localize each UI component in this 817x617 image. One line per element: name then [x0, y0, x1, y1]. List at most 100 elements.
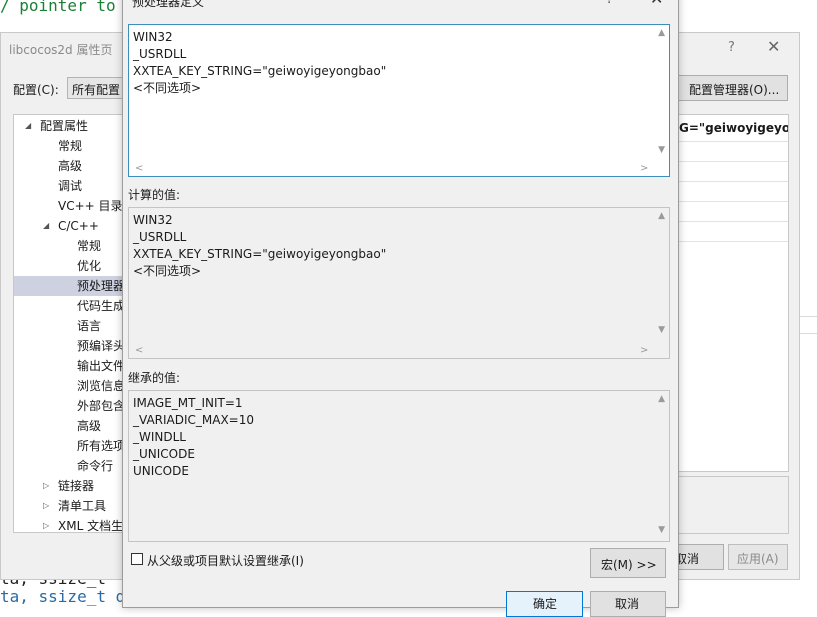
definitions-textarea[interactable]: WIN32 _USRDLL XXTEA_KEY_STRING="geiwoyigey… — [128, 24, 670, 177]
definitions-text: WIN32 _USRDLL XXTEA_KEY_STRING="geiwoyigey… — [133, 29, 386, 97]
tree-item[interactable]: 输出文件 — [14, 356, 127, 376]
tree-item-label: 高级 — [58, 159, 83, 173]
tree-item[interactable]: VC++ 目录 — [14, 196, 127, 216]
text-line: _USRDLL — [133, 47, 187, 61]
text-line: IMAGE_MT_INIT=1 — [133, 396, 243, 410]
scroll-down-icon[interactable]: ▼ — [658, 145, 665, 155]
scroll-down-icon[interactable]: ▼ — [658, 525, 665, 535]
property-tree[interactable]: ◢ 配置属性 常规 高级 调试 VC++ 目录 ◢ C/C++ 常规 优化 预处理器 代码生成 语言 预编… — [13, 114, 128, 533]
tree-item-label: 配置属性 — [40, 119, 89, 133]
scroll-down-icon[interactable]: ▼ — [658, 325, 665, 335]
tree-item-label: 优化 — [77, 259, 102, 273]
tree-item[interactable]: 预处理器 — [14, 276, 127, 296]
text-line: _VARIADIC_MAX=10 — [133, 413, 255, 427]
tree-item-label: 语言 — [77, 319, 102, 333]
close-icon[interactable]: ✕ — [650, 0, 663, 8]
tree-item[interactable]: ◢ 配置属性 — [14, 116, 127, 136]
text-line: UNICODE — [133, 464, 189, 478]
computed-values-box: WIN32 _USRDLL XXTEA_KEY_STRING="geiwoyigey… — [128, 207, 670, 359]
text-line: _WINDLL — [133, 430, 186, 444]
inherited-values-label: 继承的值: — [128, 371, 181, 385]
computed-values-text: WIN32 _USRDLL XXTEA_KEY_STRING="geiwoyigey… — [133, 212, 386, 280]
text-line: _UNICODE — [133, 447, 195, 461]
tree-item-label: VC++ 目录 — [58, 199, 123, 213]
expanded-arrow-icon[interactable]: ◢ — [43, 216, 49, 236]
ok-button[interactable]: 确定 — [506, 591, 583, 617]
configuration-manager-button[interactable]: 配置管理器(O)... — [678, 75, 788, 101]
grid-row-line — [679, 241, 788, 242]
grid-row-line — [679, 161, 788, 162]
tree-item-label: 预编译头 — [77, 339, 126, 353]
grid-row-line — [679, 181, 788, 182]
tree-item[interactable]: 高级 — [14, 416, 127, 436]
tree-item-label: 输出文件 — [77, 359, 126, 373]
code-line: ta, ssize_t d — [0, 587, 126, 606]
inherit-checkbox[interactable] — [131, 553, 143, 565]
tree-item-label: 常规 — [77, 239, 102, 253]
tree-item[interactable]: 优化 — [14, 256, 127, 276]
scroll-right-icon[interactable]: > — [640, 345, 648, 356]
tree-item[interactable]: ◢ C/C++ — [14, 216, 127, 236]
tree-item-label: 高级 — [77, 419, 102, 433]
tree-item-label: 所有选项 — [77, 439, 126, 453]
tree-item[interactable]: 常规 — [14, 236, 127, 256]
text-line: _USRDLL — [133, 230, 187, 244]
help-button[interactable]: ? — [728, 40, 735, 55]
dialog-title: 预处理器定义 — [132, 0, 205, 9]
tree-item[interactable]: ▷ XML 文档生 — [14, 516, 127, 533]
text-line: WIN32 — [133, 213, 173, 227]
tree-item-label: 代码生成 — [77, 299, 126, 313]
tree-item[interactable]: 代码生成 — [14, 296, 127, 316]
inherited-values-text: IMAGE_MT_INIT=1 _VARIADIC_MAX=10 _WINDLL _U… — [133, 395, 254, 480]
tree-item[interactable]: 所有选项 — [14, 436, 127, 456]
scroll-up-icon[interactable]: ▲ — [658, 394, 665, 404]
tree-item-label: 调试 — [58, 179, 83, 193]
tree-item[interactable]: ▷ 链接器 — [14, 476, 127, 496]
help-button[interactable]: ? — [606, 0, 613, 7]
property-grid[interactable]: G="geiwoyigeyong — [678, 114, 789, 472]
tree-item-label: 浏览信息 — [77, 379, 126, 393]
inherit-checkbox-label[interactable]: 从父级或项目默认设置继承(I) — [147, 552, 304, 569]
configuration-label: 配置(C): — [13, 83, 59, 97]
collapsed-arrow-icon[interactable]: ▷ — [43, 496, 49, 516]
tree-item[interactable]: 调试 — [14, 176, 127, 196]
scroll-up-icon[interactable]: ▲ — [658, 28, 665, 38]
tree-item[interactable]: 语言 — [14, 316, 127, 336]
tree-item-label: C/C++ — [58, 219, 99, 233]
cancel-button[interactable]: 取消 — [590, 591, 666, 617]
tree-item-label: 清单工具 — [58, 499, 107, 513]
tree-item-label: 常规 — [58, 139, 83, 153]
scroll-left-icon[interactable]: < — [135, 163, 143, 174]
computed-values-label: 计算的值: — [128, 188, 181, 202]
configuration-select[interactable]: 所有配置 — [67, 77, 127, 99]
description-panel — [678, 476, 789, 534]
window-title: libcocos2d 属性页 — [9, 43, 113, 57]
apply-button[interactable]: 应用(A) — [728, 544, 788, 570]
grid-row-line — [679, 141, 788, 142]
tree-item[interactable]: 外部包含 — [14, 396, 127, 416]
tree-item[interactable]: 命令行 — [14, 456, 127, 476]
tree-item-label: XML 文档生 — [58, 519, 124, 533]
preprocessor-definitions-dialog: 预处理器定义 ? ✕ WIN32 _USRDLL XXTEA_KEY_STRING=… — [122, 0, 679, 617]
text-line: XXTEA_KEY_STRING="geiwoyigeyongbao" — [133, 64, 387, 78]
scroll-right-icon[interactable]: > — [640, 163, 648, 174]
text-line: WIN32 — [133, 30, 173, 44]
text-line: <不同选项> — [133, 81, 202, 95]
tree-item[interactable]: 浏览信息 — [14, 376, 127, 396]
scroll-up-icon[interactable]: ▲ — [658, 211, 665, 221]
collapsed-arrow-icon[interactable]: ▷ — [43, 516, 49, 532]
tree-item[interactable]: 常规 — [14, 136, 127, 156]
grid-row-line — [679, 201, 788, 202]
tree-item[interactable]: 高级 — [14, 156, 127, 176]
text-line: <不同选项> — [133, 264, 202, 278]
scroll-left-icon[interactable]: < — [135, 345, 143, 356]
macros-button[interactable]: 宏(M) >> — [590, 548, 666, 578]
tree-item-label: 链接器 — [58, 479, 95, 493]
expanded-arrow-icon[interactable]: ◢ — [25, 116, 31, 136]
tree-item[interactable]: 预编译头 — [14, 336, 127, 356]
tree-item-label: 外部包含 — [77, 399, 126, 413]
close-icon[interactable]: ✕ — [767, 37, 780, 56]
tree-item-label: 预处理器 — [77, 279, 126, 293]
collapsed-arrow-icon[interactable]: ▷ — [43, 476, 49, 496]
tree-item[interactable]: ▷ 清单工具 — [14, 496, 127, 516]
